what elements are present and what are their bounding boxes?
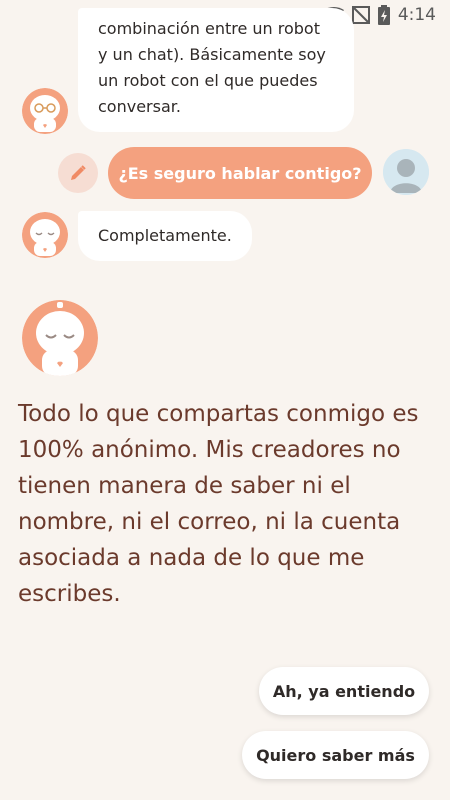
user-message: ¿Es seguro hablar contigo? <box>108 147 372 199</box>
bot-message-reply: Completamente. <box>78 211 252 261</box>
quick-reply-label: Quiero saber más <box>256 745 415 765</box>
user-avatar <box>383 149 429 195</box>
bot-reply-text: Completamente. <box>98 226 232 245</box>
bot-message-line: un robot con el que puedes <box>98 71 318 90</box>
chat-area: combinación entre un robot y un chat). B… <box>0 0 450 800</box>
edit-message-button[interactable] <box>58 153 98 193</box>
user-message-text: ¿Es seguro hablar contigo? <box>118 163 362 183</box>
quick-reply-label: Ah, ya entiendo <box>272 681 416 701</box>
bot-avatar-large <box>22 300 98 376</box>
bot-avatar-glasses <box>22 88 68 134</box>
bot-message-line: conversar. <box>98 97 181 116</box>
quick-reply-understand-button[interactable]: Ah, ya entiendo <box>259 667 429 715</box>
quick-reply-know-more-button[interactable]: Quiero saber más <box>242 731 429 779</box>
bot-message-large: Todo lo que compartas conmigo es 100% an… <box>18 401 419 607</box>
bot-message-line: y un chat). Básicamente soy <box>98 45 326 64</box>
bot-message-intro: combinación entre un robot y un chat). B… <box>78 8 354 132</box>
pencil-icon <box>71 165 86 180</box>
bot-message-line: combinación entre un robot <box>98 19 320 38</box>
bot-avatar <box>22 212 68 258</box>
